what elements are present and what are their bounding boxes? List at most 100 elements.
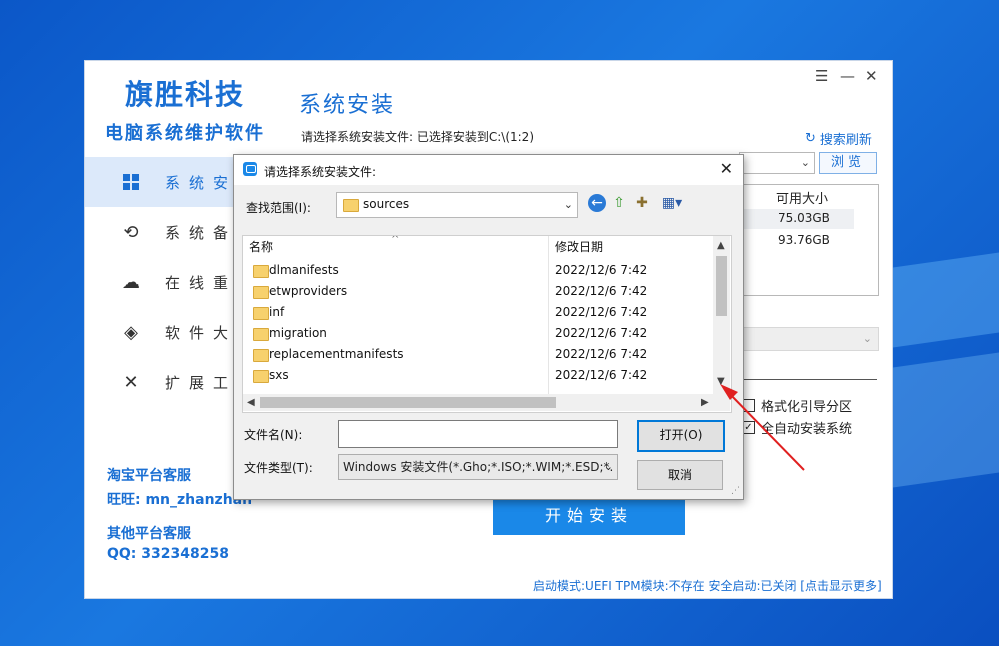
sidebar-item-system-install[interactable]: 系统安 [85,157,235,207]
sidebar-item-system-backup[interactable]: ⟲ 系统备 [85,207,235,257]
sidebar-item-label: 系统备 [165,224,238,242]
cloud-icon: ☁ [122,272,140,293]
desktop-light-beam [893,352,999,488]
chevron-down-icon: ⌄ [603,460,613,473]
back-icon[interactable]: ← [588,194,606,212]
folder-icon [253,349,269,362]
search-refresh-button[interactable]: ↻ 搜索刷新 [805,129,872,148]
list-item[interactable]: sxs 2022/12/6 7:42 [243,365,713,386]
browse-button[interactable]: 浏览 [819,152,877,174]
scrollbar-thumb[interactable] [716,256,727,316]
folder-icon [253,307,269,320]
sidebar-item-software[interactable]: ◈ 软件大 [85,307,235,357]
open-button[interactable]: 打开(O) [637,420,725,452]
filetype-select[interactable]: Windows 安装文件(*.Gho;*.ISO;*.WIM;*.ESD;*. … [338,454,618,480]
file-name: sxs [269,368,289,382]
sidebar-item-label: 系统安 [165,174,238,192]
list-item[interactable]: replacementmanifests 2022/12/6 7:42 [243,344,713,365]
cancel-button[interactable]: 取消 [637,460,723,490]
backup-icon: ⟲ [123,222,139,243]
sidebar-item-extension-tools[interactable]: ✕ 扩展工 [85,357,235,407]
file-date: 2022/12/6 7:42 [555,284,648,298]
sidebar-item-online-reinstall[interactable]: ☁ 在线重 [85,257,235,307]
wangwang-contact: 旺旺: mn_zhanzhan [107,492,253,508]
file-date: 2022/12/6 7:42 [555,368,648,382]
lookin-value: sources [363,197,410,211]
column-header-date[interactable]: 修改日期 [555,236,603,258]
filetype-label: 文件类型(T): [244,461,313,475]
file-name: replacementmanifests [269,347,404,361]
file-name: dlmanifests [269,263,339,277]
column-header-free-space: 可用大小 [776,192,829,207]
folder-icon [343,199,359,212]
scroll-down-icon[interactable]: ▼ [717,376,725,387]
table-row[interactable]: 93.76GB [778,233,830,247]
file-date: 2022/12/6 7:42 [555,305,648,319]
scrollbar-thumb[interactable] [260,397,556,408]
scroll-up-icon[interactable]: ▲ [717,240,725,251]
up-folder-icon[interactable]: ⇧ [610,194,628,212]
close-icon[interactable]: ✕ [720,159,733,178]
filename-label: 文件名(N): [244,428,303,442]
filetype-value: Windows 安装文件(*.Gho;*.ISO;*.WIM;*.ESD;*. [343,460,614,474]
list-item[interactable]: dlmanifests 2022/12/6 7:42 [243,260,713,281]
sort-ascending-icon: ^ [391,235,400,245]
minimize-icon[interactable]: — [840,67,855,85]
lookin-select[interactable]: sources ⌄ [336,192,578,218]
desktop-light-beam [893,252,999,348]
qq-contact: QQ: 332348258 [107,546,229,562]
new-folder-icon[interactable]: ✚ [633,194,651,212]
file-name: etwproviders [269,284,348,298]
tools-icon: ✕ [123,372,139,393]
start-install-button[interactable]: 开始安装 [493,497,685,535]
divider [739,379,877,380]
menu-icon[interactable]: ☰ [815,67,828,85]
sidebar-nav: 系统安 ⟲ 系统备 ☁ 在线重 ◈ 软件大 ✕ 扩展工 [85,157,235,407]
sidebar-item-label: 扩展工 [165,374,238,392]
image-file-select[interactable]: ⌄ [739,152,815,174]
horizontal-scrollbar[interactable]: ◀ ▶ [243,394,730,411]
resize-grip-icon[interactable]: ⋰ [731,486,740,496]
folder-icon [253,328,269,341]
taobao-support-title: 淘宝平台客服 [107,468,191,484]
app-icon [243,162,257,176]
list-item[interactable]: inf 2022/12/6 7:42 [243,302,713,323]
checkbox-label: 全自动安装系统 [761,422,853,437]
chevron-down-icon: ⌄ [563,198,573,211]
status-bar[interactable]: 启动模式:UEFI TPM模块:不存在 安全启动:已关闭 [点击显示更多] [533,577,882,594]
refresh-label: 搜索刷新 [819,133,872,148]
section-title: 系统安装 [299,93,396,118]
brand-name: 旗胜科技 [125,78,246,111]
file-name: migration [269,326,327,340]
brand-subtitle: 电脑系统维护软件 [105,123,265,144]
dropbox-icon: ◈ [124,322,138,343]
filename-input[interactable] [338,420,618,448]
file-open-dialog: 请选择系统安装文件: ✕ 查找范围(I): sources ⌄ ← ⇧ ✚ ▦▾… [233,154,744,500]
list-item[interactable]: etwproviders 2022/12/6 7:42 [243,281,713,302]
close-icon[interactable]: ✕ [865,67,878,85]
vertical-scrollbar[interactable]: ▲ ▼ [713,236,730,394]
install-hint: 请选择系统安装文件: 已选择安装到C:\(1:2) [301,130,534,144]
file-name: inf [269,305,285,319]
format-boot-checkbox[interactable]: 格式化引导分区 [742,396,852,415]
list-item[interactable]: migration 2022/12/6 7:42 [243,323,713,344]
file-list: 名称 ^ 修改日期 dlmanifests 2022/12/6 7:42 etw… [242,235,732,413]
sidebar-item-label: 软件大 [165,324,238,342]
folder-icon [253,370,269,383]
column-header-name[interactable]: 名称 [249,236,273,258]
scroll-left-icon[interactable]: ◀ [247,397,255,408]
sidebar-item-label: 在线重 [165,274,238,292]
lookin-label: 查找范围(I): [246,201,311,215]
other-support-title: 其他平台客服 [107,526,191,542]
scroll-right-icon[interactable]: ▶ [701,397,709,408]
file-date: 2022/12/6 7:42 [555,326,648,340]
install-mode-select[interactable]: ⌄ [739,327,879,351]
auto-install-checkbox[interactable]: ✓ 全自动安装系统 [742,418,852,437]
file-date: 2022/12/6 7:42 [555,347,648,361]
chevron-down-icon: ⌄ [862,332,872,345]
table-row[interactable]: 75.03GB [778,211,830,225]
view-menu-icon[interactable]: ▦▾ [658,194,686,212]
folder-icon [253,286,269,299]
checkbox-label: 格式化引导分区 [761,400,853,415]
folder-icon [253,265,269,278]
